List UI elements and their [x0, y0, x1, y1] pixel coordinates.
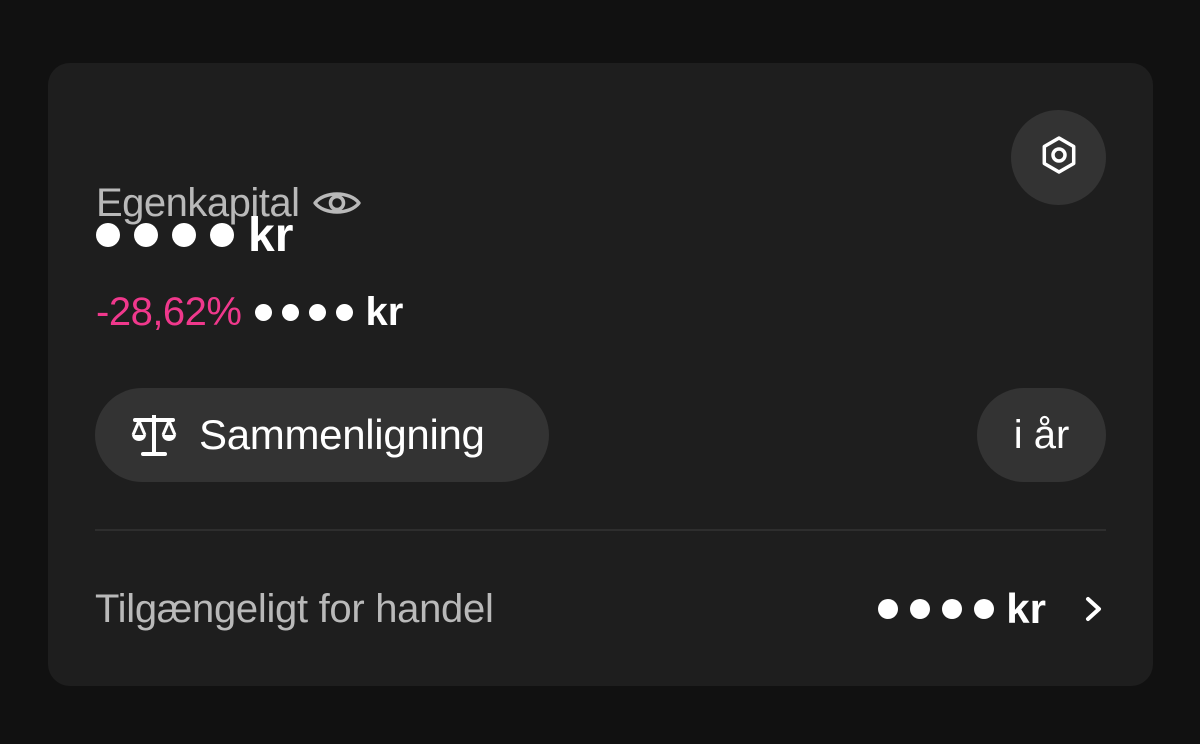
change-currency: kr [365, 289, 404, 334]
eye-icon[interactable] [312, 188, 362, 218]
masked-amount [96, 223, 234, 247]
masked-change-amount [255, 303, 354, 321]
compare-button[interactable]: Sammenligning [95, 388, 549, 482]
available-currency: kr [1006, 585, 1046, 632]
equity-value: kr [96, 205, 293, 265]
settings-button[interactable] [1011, 110, 1106, 205]
compare-label: Sammenligning [199, 411, 485, 458]
gear-icon [1039, 135, 1079, 180]
masked-available-amount [878, 599, 995, 619]
chevron-right-icon [1082, 594, 1106, 624]
available-for-trading-row[interactable]: Tilgængeligt for handel kr [95, 579, 1106, 639]
equity-currency: kr [248, 208, 294, 262]
divider [95, 529, 1106, 531]
available-value: kr [878, 585, 1046, 633]
equity-change: -28,62% kr [96, 289, 403, 335]
equity-card: Egenkapital kr -28,62% kr Sammenligning … [48, 63, 1153, 686]
change-percent: -28,62% [96, 289, 242, 334]
period-button[interactable]: i år [977, 388, 1106, 482]
available-label: Tilgængeligt for handel [95, 586, 494, 631]
scale-icon [129, 410, 179, 460]
